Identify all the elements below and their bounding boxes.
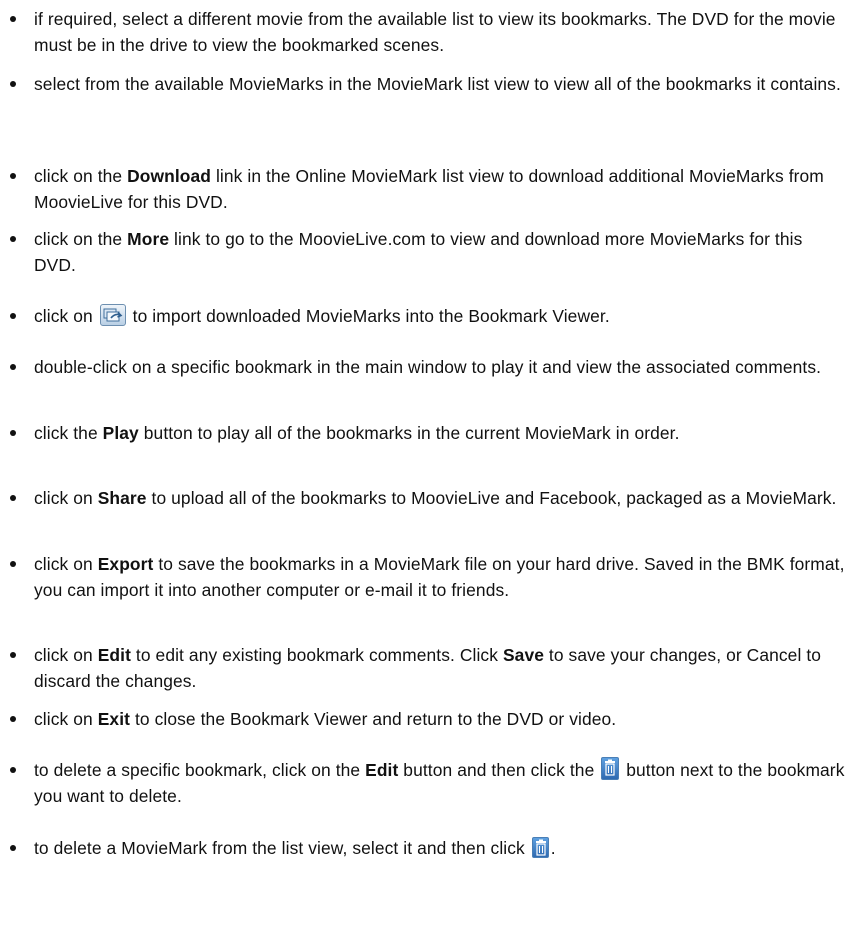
bold-term: Exit <box>97 709 131 729</box>
bold-term: Download <box>127 166 212 186</box>
item-text: to upload all of the bookmarks to Moovie… <box>146 488 837 508</box>
bold-term: Edit <box>365 760 399 780</box>
list-item: click on the Download link in the Online… <box>10 163 846 215</box>
item-text: click on <box>34 306 98 326</box>
trash-icon <box>601 757 620 780</box>
list-item: click on the More link to go to the Moov… <box>10 226 846 278</box>
list-item: if required, select a different movie fr… <box>10 6 846 58</box>
item-text: to delete a MovieMark from the list view… <box>34 838 530 858</box>
list-item: click on to import downloaded MovieMarks… <box>10 303 846 329</box>
item-text: click on <box>34 488 98 508</box>
item-text: click on the <box>34 229 128 249</box>
bold-term: Share <box>97 488 147 508</box>
item-text: to save the bookmarks in a MovieMark fil… <box>34 554 845 600</box>
item-text: click on <box>34 709 98 729</box>
bold-term: Play <box>102 423 139 443</box>
bold-term: Save <box>502 645 544 665</box>
item-text: to edit any existing bookmark comments. … <box>130 645 503 665</box>
item-text: click on the <box>34 166 128 186</box>
import-movie-marks-icon <box>99 304 126 326</box>
bold-term: More <box>127 229 170 249</box>
list-item: select from the available MovieMarks in … <box>10 71 846 97</box>
item-text: select from the available MovieMarks in … <box>34 74 841 94</box>
item-text: button to play all of the bookmarks in t… <box>138 423 680 443</box>
item-text: to delete a specific bookmark, click on … <box>34 760 366 780</box>
list-item: click on Exit to close the Bookmark View… <box>10 706 846 732</box>
list-item: click on Edit to edit any existing bookm… <box>10 642 846 694</box>
list-item: to delete a MovieMark from the list view… <box>10 835 846 861</box>
item-text: click the <box>34 423 103 443</box>
item-text: to close the Bookmark Viewer and return … <box>130 709 617 729</box>
bold-term: Export <box>97 554 154 574</box>
item-text: double-click on a specific bookmark in t… <box>34 357 822 377</box>
list-item: to delete a specific bookmark, click on … <box>10 757 846 809</box>
list-item: click on Share to upload all of the book… <box>10 485 846 511</box>
list-item: click on Export to save the bookmarks in… <box>10 551 846 603</box>
item-text: click on <box>34 554 98 574</box>
item-text: to import downloaded MovieMarks into the… <box>127 306 610 326</box>
list-item: double-click on a specific bookmark in t… <box>10 354 846 380</box>
item-text: if required, select a different movie fr… <box>34 9 836 55</box>
trash-icon <box>531 837 549 858</box>
item-text: button and then click the <box>398 760 600 780</box>
bold-term: Edit <box>97 645 131 665</box>
item-text: click on <box>34 645 98 665</box>
list-item: click the Play button to play all of the… <box>10 420 846 446</box>
item-text: . <box>550 838 556 858</box>
